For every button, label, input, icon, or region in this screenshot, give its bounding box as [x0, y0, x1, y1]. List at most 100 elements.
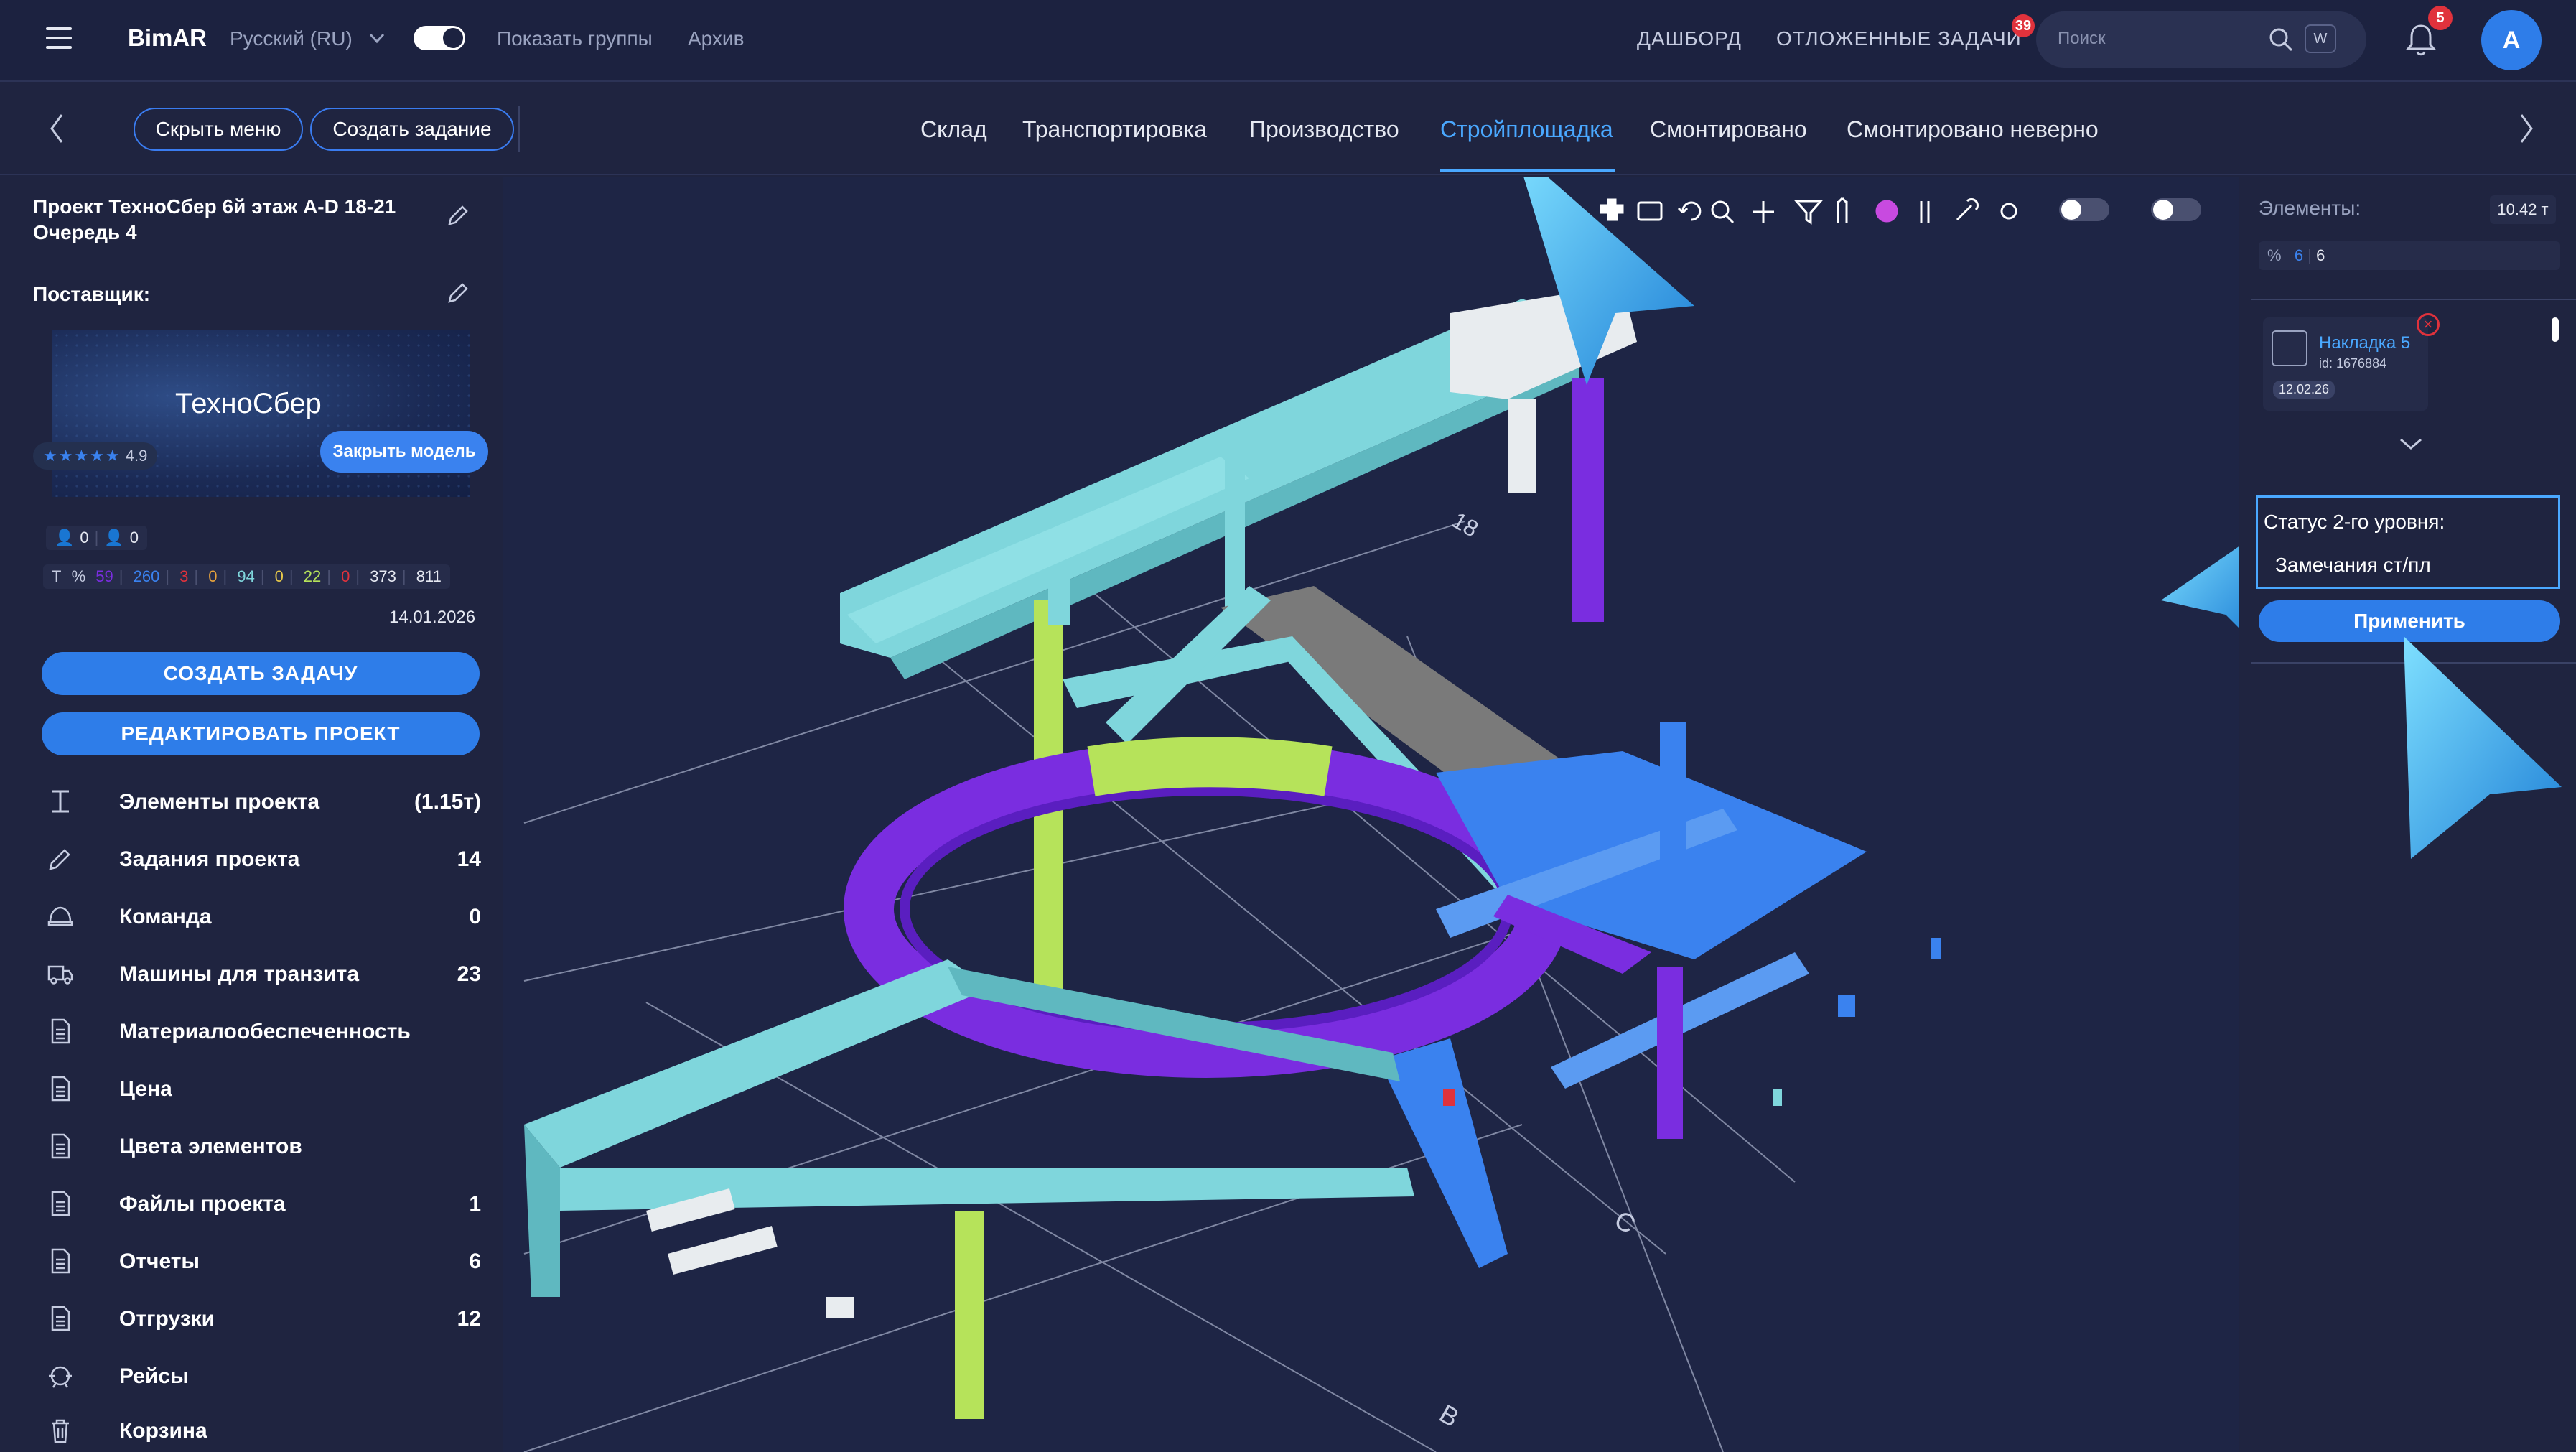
pointer-cursor-icon	[2161, 546, 2239, 628]
settings-icon	[2000, 203, 2017, 220]
vertical-align-icon	[1837, 197, 1848, 223]
search-box[interactable]: Поиск W	[2036, 11, 2366, 68]
user-icon: 👤	[55, 529, 75, 546]
power-icon	[1875, 200, 1898, 223]
menu-item-project-files[interactable]: Файлы проекта 1	[42, 1182, 481, 1225]
add-icon	[1753, 201, 1774, 223]
create-task-button[interactable]: СОЗДАТЬ ЗАДАЧУ	[42, 652, 480, 695]
chevron-down-icon[interactable]	[2397, 434, 2425, 458]
pencil-icon	[49, 849, 70, 870]
create-assignment-button[interactable]: Создать задание	[310, 108, 514, 151]
chevron-left-icon[interactable]	[46, 111, 67, 155]
menu-item-transit-vehicles[interactable]: Машины для транзита 23	[42, 952, 481, 995]
trash-icon	[52, 1419, 69, 1443]
hide-menu-button[interactable]: Скрыть меню	[134, 108, 303, 151]
status-counts-row: T % 59 | 260 | 3 | 0 | 94 | 0 | 22 | 0 | 373 | 81…	[43, 564, 450, 589]
document-icon	[51, 1133, 70, 1159]
wrench-icon	[1956, 198, 1979, 221]
users-counter: 👤 0 | 👤 0	[46, 526, 148, 550]
edit-supplier-icon[interactable]	[445, 280, 471, 310]
language-select[interactable]: Русский (RU)	[230, 27, 353, 50]
element-card[interactable]: Накладка 5 id: 1676884 12.02.26	[2263, 317, 2428, 411]
top-bar: BimAR Русский (RU) Показать группы Архив…	[0, 0, 2576, 82]
close-model-button[interactable]: Закрыть модель	[320, 431, 488, 473]
hamburger-menu-icon[interactable]	[46, 27, 72, 49]
elements-panel: Элементы: 10.42 т % 6 | 6 Накладка 5 id:…	[2239, 177, 2576, 1452]
chevron-down-icon[interactable]	[366, 27, 388, 54]
element-card-title[interactable]: Накладка 5	[2319, 333, 2427, 353]
project-title: Проект ТехноСбер 6й этаж A-D 18-21 Очере…	[33, 195, 396, 243]
elements-weight: 10.42 т	[2490, 195, 2556, 224]
moon-icon	[443, 28, 463, 48]
filter-icon	[1793, 200, 1824, 225]
document-icon	[51, 1018, 70, 1044]
avatar[interactable]: A	[2481, 10, 2542, 70]
menu-item-shipments[interactable]: Отгрузки 12	[42, 1297, 481, 1340]
view-toggle-2[interactable]	[2151, 198, 2201, 221]
divider	[518, 106, 520, 152]
document-icon	[51, 1076, 70, 1102]
truck-icon	[47, 965, 73, 985]
pointer-cursor-icon	[2404, 636, 2562, 859]
tab-mounted[interactable]: Смонтировано	[1650, 116, 1807, 143]
view-toggle-1[interactable]	[2059, 198, 2109, 221]
tab-construction-site[interactable]: Стройплощадка	[1440, 116, 1613, 143]
edit-project-icon[interactable]	[445, 203, 471, 232]
document-icon	[51, 1248, 70, 1274]
menu-item-element-colors[interactable]: Цвета элементов	[42, 1125, 481, 1168]
zoom-icon	[1711, 200, 1730, 219]
project-sidebar: Проект ТехноСбер 6й этаж A-D 18-21 Очере…	[0, 177, 503, 1452]
notifications-badge: 5	[2428, 6, 2453, 30]
tab-mounted-incorrectly[interactable]: Смонтировано неверно	[1847, 116, 2099, 143]
purple-column	[1572, 378, 1604, 622]
show-groups-link[interactable]: Показать группы	[497, 27, 653, 50]
menu-item-price[interactable]: Цена	[42, 1067, 481, 1110]
scrollbar[interactable]	[2552, 317, 2559, 342]
grid-label-c: C	[1610, 1204, 1641, 1239]
rating-stars: ★★★★★	[43, 447, 121, 465]
elements-percent-row: % 6 | 6	[2259, 241, 2560, 270]
menu-item-team[interactable]: Команда 0	[42, 895, 481, 938]
deferred-tasks-badge: 39	[2012, 14, 2035, 37]
stage-tabs-bar: Скрыть меню Создать задание Склад Трансп…	[0, 82, 2576, 175]
bim-3d-viewport[interactable]: 18 C B	[503, 177, 2239, 1452]
grid-label-b: B	[1434, 1398, 1464, 1433]
beam-part-icon	[2272, 330, 2307, 366]
supplier-label: Поставщик:	[33, 283, 151, 305]
edit-project-button[interactable]: РЕДАКТИРОВАТЬ ПРОЕКТ	[42, 712, 480, 755]
bim-model-scene[interactable]: 18 C B	[503, 177, 2239, 1452]
supplier-rating: ★★★★★ 4.9	[33, 442, 158, 470]
deferred-tasks-link[interactable]: ОТЛОЖЕННЫЕ ЗАДАЧИ	[1776, 27, 2022, 50]
status-level2-value[interactable]: Замечания ст/пл	[2275, 554, 2431, 577]
app-brand[interactable]: BimAR	[128, 24, 207, 52]
menu-item-project-tasks[interactable]: Задания проекта 14	[42, 837, 481, 880]
menu-item-trips[interactable]: Рейсы	[42, 1354, 481, 1397]
chevron-right-icon[interactable]	[2516, 111, 2537, 155]
floor-grid	[523, 521, 1796, 1452]
active-tab-indicator	[1440, 169, 1615, 172]
close-icon[interactable]: ×	[2417, 313, 2440, 336]
dashboard-link[interactable]: ДАШБОРД	[1637, 27, 1742, 50]
menu-item-reports[interactable]: Отчеты 6	[42, 1239, 481, 1283]
tab-warehouse[interactable]: Склад	[920, 116, 987, 143]
theme-toggle[interactable]	[414, 26, 465, 50]
user-icon: 👤	[104, 529, 124, 546]
menu-item-trash[interactable]: Корзина	[42, 1409, 481, 1452]
grid-label-18: 18	[1448, 507, 1483, 542]
document-icon	[51, 1306, 70, 1331]
tab-transportation[interactable]: Транспортировка	[1022, 116, 1207, 143]
menu-item-project-elements[interactable]: Элементы проекта (1.15т)	[42, 780, 481, 823]
document-icon	[51, 1191, 70, 1216]
tab-production[interactable]: Производство	[1249, 116, 1399, 143]
height-icon	[1920, 201, 1930, 223]
search-input[interactable]: Поиск	[2058, 29, 2106, 49]
status-level2-select[interactable]: Статус 2-го уровня: Замечания ст/пл	[2256, 495, 2560, 589]
archive-link[interactable]: Архив	[688, 27, 744, 50]
menu-item-material-supply[interactable]: Материалообеспеченность	[42, 1010, 481, 1053]
search-icon[interactable]	[2267, 26, 2295, 57]
status-level2-label: Статус 2-го уровня:	[2264, 511, 2445, 533]
rating-value: 4.9	[125, 447, 148, 465]
project-date: 14.01.2026	[389, 608, 476, 627]
route-icon	[49, 1366, 72, 1388]
element-card-date: 12.02.26	[2273, 381, 2335, 399]
